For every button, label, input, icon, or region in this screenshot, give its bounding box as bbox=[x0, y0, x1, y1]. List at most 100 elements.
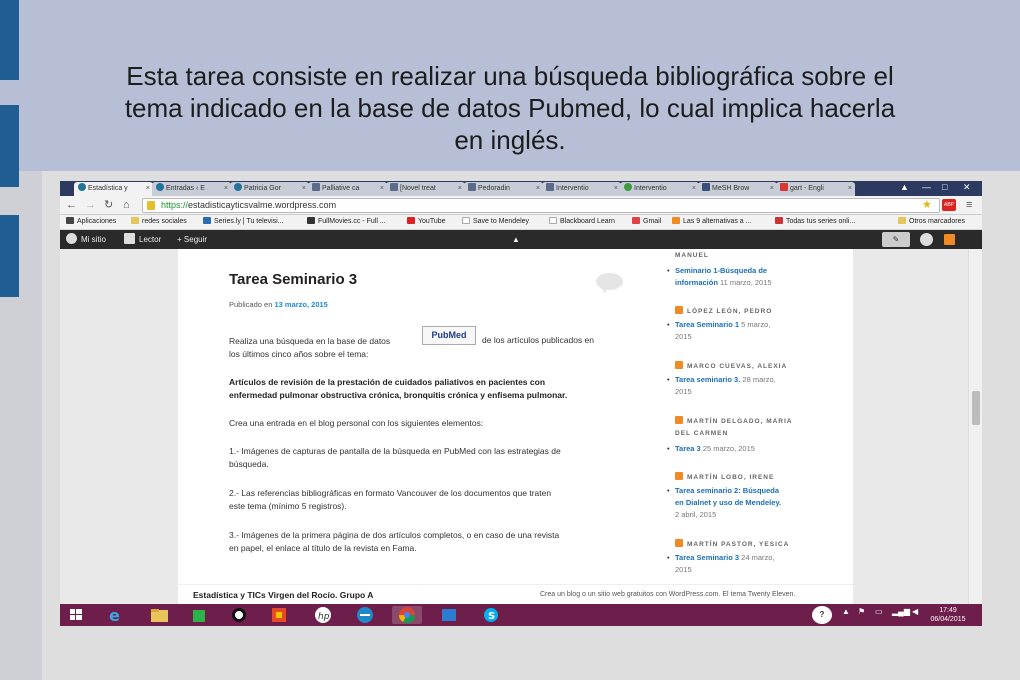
pubmed-logo[interactable]: PubMed bbox=[422, 326, 476, 345]
follow-button[interactable]: + Seguir bbox=[177, 230, 207, 249]
close-icon[interactable]: × bbox=[146, 182, 150, 196]
write-icon[interactable]: ✎ bbox=[882, 232, 910, 247]
close-icon[interactable]: × bbox=[692, 182, 696, 196]
bookmark-item[interactable]: Gmail bbox=[632, 215, 661, 229]
photo-app-icon[interactable] bbox=[264, 606, 294, 624]
hp-icon[interactable]: hp bbox=[308, 606, 338, 624]
adblock-icon[interactable]: ABP bbox=[942, 199, 956, 211]
sidebar-author[interactable]: MARTÍN DELGADO, MARIA bbox=[675, 416, 793, 425]
footer-credit[interactable]: Crea un blog o un sitio web gratuitos co… bbox=[540, 591, 795, 598]
bookmark-item[interactable]: YouTube bbox=[407, 215, 446, 229]
close-icon[interactable]: × bbox=[380, 182, 384, 196]
menu-icon[interactable]: ≡ bbox=[966, 198, 972, 212]
bookmark-item[interactable]: Las 9 alternativas a ... bbox=[672, 215, 751, 229]
close-icon[interactable]: × bbox=[302, 182, 306, 196]
wordreference-icon bbox=[780, 183, 788, 191]
reload-icon[interactable]: ↻ bbox=[104, 198, 113, 212]
skype-icon[interactable]: S bbox=[476, 606, 506, 624]
store-icon[interactable] bbox=[184, 606, 214, 624]
tab[interactable]: Patricia Gor × bbox=[230, 182, 309, 196]
tab[interactable]: Interventio × bbox=[542, 182, 621, 196]
collapse-icon[interactable]: ▲ bbox=[512, 230, 520, 249]
bookmark-other[interactable]: Otros marcadores bbox=[898, 215, 965, 229]
sidebar-post-link[interactable]: información bbox=[675, 278, 718, 287]
comment-bubble-icon[interactable] bbox=[596, 273, 623, 294]
forward-icon[interactable]: → bbox=[85, 198, 96, 212]
tab[interactable]: [Novel treat × bbox=[386, 182, 465, 196]
help-icon[interactable]: ? bbox=[812, 606, 832, 624]
home-icon[interactable]: ⌂ bbox=[123, 198, 130, 212]
back-icon[interactable]: ← bbox=[66, 198, 77, 212]
bookmark-item[interactable]: Series.ly | Tu televisi... bbox=[203, 215, 284, 229]
internet-explorer-icon[interactable]: e bbox=[100, 606, 130, 625]
volume-icon[interactable]: ◀ bbox=[912, 607, 918, 616]
star-icon[interactable]: ★ bbox=[922, 198, 932, 212]
bookmark-item[interactable]: Todas tus series onli... bbox=[775, 215, 855, 229]
tab[interactable]: Pedoradin × bbox=[464, 182, 543, 196]
tray-expand-icon[interactable]: ▲ bbox=[842, 607, 850, 616]
close-icon[interactable]: × bbox=[614, 182, 618, 196]
bookmark-item[interactable]: redes sociales bbox=[131, 215, 187, 229]
instructions-text: Crea una entrada en el blog personal con… bbox=[229, 418, 484, 428]
sidebar-post-link[interactable]: Tarea Seminario 1 bbox=[675, 320, 739, 329]
tab[interactable]: MeSH Brow × bbox=[698, 182, 777, 196]
bookmark-apps[interactable]: Aplicaciones bbox=[66, 215, 116, 229]
bookmark-item[interactable]: Save to Mendeley bbox=[462, 215, 529, 229]
scrollbar-thumb[interactable] bbox=[972, 391, 980, 425]
sidebar-author[interactable]: MARTÍN PASTOR, YESICA bbox=[675, 539, 789, 548]
action-center-icon[interactable]: ▭ bbox=[875, 607, 883, 616]
bookmark-label: Las 9 alternativas a ... bbox=[683, 218, 752, 225]
footer-site-name[interactable]: Estadística y TICs Virgen del Rocío. Gru… bbox=[193, 590, 373, 600]
close-icon[interactable]: × bbox=[458, 182, 462, 196]
post-date-link[interactable]: 13 marzo, 2015 bbox=[274, 300, 327, 309]
close-icon[interactable]: × bbox=[224, 182, 228, 196]
tab[interactable]: Estadística y × bbox=[74, 182, 153, 196]
clock-time: 17:49 bbox=[939, 607, 957, 614]
outlook-icon[interactable] bbox=[434, 606, 464, 624]
sidebar-author-name: LÓPEZ LEÓN, PEDRO bbox=[687, 308, 773, 315]
flag-icon[interactable]: ⚑ bbox=[858, 607, 865, 616]
windows-start-icon[interactable] bbox=[64, 606, 88, 624]
scrollbar[interactable] bbox=[968, 249, 982, 604]
close-window-icon[interactable]: ✕ bbox=[963, 181, 971, 194]
intro-text: Realiza una búsqueda en la base de datos bbox=[229, 336, 391, 346]
sidebar-post-link[interactable]: Tarea seminario 3. bbox=[675, 375, 740, 384]
close-icon[interactable]: × bbox=[536, 182, 540, 196]
sidebar-date: 11 marzo, 2015 bbox=[720, 278, 772, 287]
sidebar-post-link[interactable]: Tarea Seminario 3 bbox=[675, 553, 739, 562]
bookmark-item[interactable]: Blackboard Learn bbox=[549, 215, 615, 229]
file-explorer-icon[interactable] bbox=[144, 606, 174, 624]
notifications-icon[interactable] bbox=[944, 234, 955, 245]
sidebar-author[interactable]: MARTÍN LOBO, IRENE bbox=[675, 472, 774, 481]
tab[interactable]: Interventio × bbox=[620, 182, 699, 196]
maximize-icon[interactable]: □ bbox=[942, 181, 947, 194]
sidebar-post-link[interactable]: Tarea 3 bbox=[675, 444, 701, 453]
avatar[interactable] bbox=[920, 233, 933, 246]
slide-caption-line: en inglés. bbox=[454, 125, 566, 155]
tab[interactable]: Palliative ca × bbox=[308, 182, 387, 196]
wifi-icon[interactable]: ▂▄▆ bbox=[892, 607, 910, 616]
sidebar-post-link[interactable]: Seminario 1-Búsqueda de bbox=[675, 266, 767, 275]
chrome-icon[interactable] bbox=[392, 606, 422, 624]
reader-link[interactable]: Lector bbox=[124, 230, 161, 249]
tab[interactable]: Entradas ‹ E × bbox=[152, 182, 231, 196]
sidebar-author[interactable]: MARCO CUEVAS, ALEXIA bbox=[675, 361, 787, 370]
minimize-icon[interactable]: — bbox=[922, 181, 931, 194]
url-input[interactable]: https://estadisticayticsvalme.wordpress.… bbox=[142, 198, 940, 213]
sidebar-author[interactable]: DEL CARMEN bbox=[675, 430, 728, 437]
tab[interactable]: gart - Engli × bbox=[776, 182, 855, 196]
post-title[interactable]: Tarea Seminario 3 bbox=[229, 271, 357, 288]
close-icon[interactable]: × bbox=[770, 182, 774, 196]
taskbar-clock[interactable]: 17:49 06/04/2015 bbox=[928, 606, 968, 624]
sidebar-post-link[interactable]: en Dialnet y uso de Mendeley. bbox=[675, 498, 781, 507]
my-site-link[interactable]: Mi sitio bbox=[66, 230, 106, 249]
bookmark-label: Series.ly | Tu televisi... bbox=[214, 218, 284, 225]
sidebar-post-link[interactable]: Tarea seminario 2: Búsqueda bbox=[675, 486, 779, 495]
media-player-icon[interactable] bbox=[224, 606, 254, 624]
user-icon[interactable]: ▲ bbox=[900, 181, 909, 194]
mesh-icon bbox=[702, 183, 710, 191]
network-app-icon[interactable] bbox=[350, 606, 380, 624]
bookmark-item[interactable]: FullMovies.cc - Full ... bbox=[307, 215, 386, 229]
sidebar-author[interactable]: LÓPEZ LEÓN, PEDRO bbox=[675, 306, 772, 315]
close-icon[interactable]: × bbox=[848, 182, 852, 196]
